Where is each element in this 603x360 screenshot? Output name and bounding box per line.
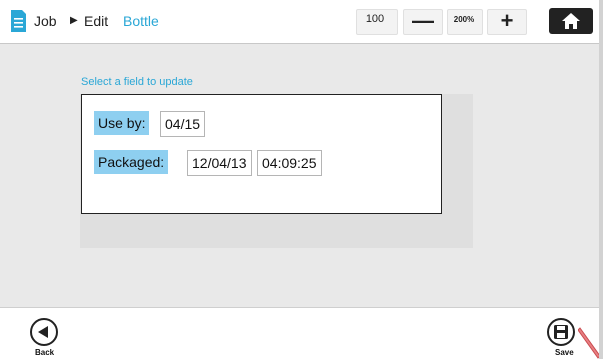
back-button[interactable]	[30, 318, 58, 346]
document-icon	[11, 10, 26, 32]
home-icon	[562, 13, 580, 29]
minus-button[interactable]: —	[403, 9, 443, 35]
field-card: Use by: 04/15 Packaged: 12/04/13 04:09:2…	[81, 94, 442, 214]
save-button[interactable]	[547, 318, 575, 346]
minus-icon: —	[412, 8, 434, 33]
breadcrumb-edit[interactable]: Edit	[84, 13, 108, 29]
packaged-time-field[interactable]: 04:09:25	[257, 150, 322, 176]
home-button[interactable]	[549, 8, 593, 34]
top-bar: Job ▶ Edit Bottle 100 — 200% +	[0, 0, 603, 44]
packaged-label[interactable]: Packaged:	[94, 150, 169, 174]
app-screen: Job ▶ Edit Bottle 100 — 200% + Select a …	[0, 0, 603, 360]
packaged-date-field[interactable]: 12/04/13	[187, 150, 252, 176]
zoom-level-text: 200%	[453, 15, 475, 24]
use-by-field[interactable]: 04/15	[160, 111, 206, 137]
value-text: 100	[365, 13, 385, 25]
prompt-text: Select a field to update	[81, 76, 193, 88]
plus-button[interactable]: +	[487, 9, 527, 35]
bottom-bar: Back Save	[0, 307, 603, 360]
breadcrumb-item: Bottle	[123, 13, 159, 29]
save-label: Save	[555, 348, 574, 357]
back-label: Back	[35, 348, 55, 357]
screen-edge	[599, 0, 603, 359]
triangle-right-icon: ▶	[70, 15, 78, 26]
use-by-label[interactable]: Use by:	[94, 111, 150, 135]
breadcrumb-job[interactable]: Job	[34, 13, 57, 29]
back-arrow-icon	[38, 326, 48, 338]
floppy-disk-icon	[554, 325, 568, 339]
plus-icon: +	[500, 8, 514, 33]
